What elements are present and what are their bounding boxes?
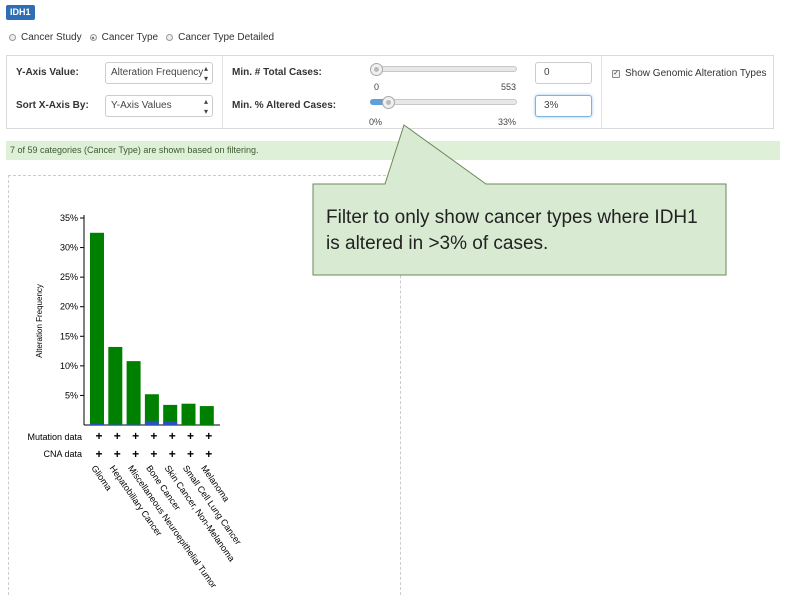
bar-cna — [163, 421, 178, 425]
y-tick-label: 30% — [60, 243, 78, 253]
bar-mutation — [108, 346, 123, 425]
cna-data-marker: + — [205, 447, 212, 461]
mutation-data-marker: + — [132, 429, 139, 443]
cna-data-marker: + — [95, 447, 102, 461]
bar-mutation — [144, 394, 159, 425]
callout-annotation-text: Filter to only show cancer types where I… — [326, 207, 698, 254]
mutation-data-marker: + — [205, 429, 212, 443]
cna-data-marker: + — [169, 447, 176, 461]
mutation-data-marker: + — [150, 429, 157, 443]
bar-mutation — [199, 406, 214, 425]
mutation-data-marker: + — [114, 429, 121, 443]
y-tick-label: 10% — [60, 361, 78, 371]
cna-track-label: CNA data — [43, 449, 82, 459]
y-tick-label: 25% — [60, 272, 78, 282]
bar-cna — [126, 424, 141, 425]
cna-data-marker: + — [150, 447, 157, 461]
mutation-data-marker: + — [95, 429, 102, 443]
bar-cna — [144, 420, 159, 425]
bar-cna — [90, 423, 104, 425]
y-tick-label: 35% — [60, 213, 78, 223]
cna-data-marker: + — [132, 447, 139, 461]
y-tick-label: 20% — [60, 302, 78, 312]
chart-layer: 5% 10% 15% 20% 25% 30% 35% Alteration Frequency… — [27, 213, 243, 590]
mutation-data-marker: + — [187, 429, 194, 443]
bar-chart: 5% 10% 15% 20% 25% 30% 35% Alteration Frequency… — [27, 124, 727, 590]
y-tick-label: 15% — [60, 331, 78, 341]
mutation-track-label: Mutation data — [27, 432, 82, 442]
bar-mutation — [181, 403, 196, 425]
bar-mutation — [126, 361, 141, 425]
bar-mutation — [90, 232, 104, 425]
y-tick-label: 5% — [65, 390, 78, 400]
bar-cna — [108, 424, 123, 425]
cna-data-marker: + — [114, 447, 121, 461]
y-axis-title: Alteration Frequency — [35, 284, 44, 358]
mutation-data-marker: + — [169, 429, 176, 443]
cna-data-marker: + — [187, 447, 194, 461]
